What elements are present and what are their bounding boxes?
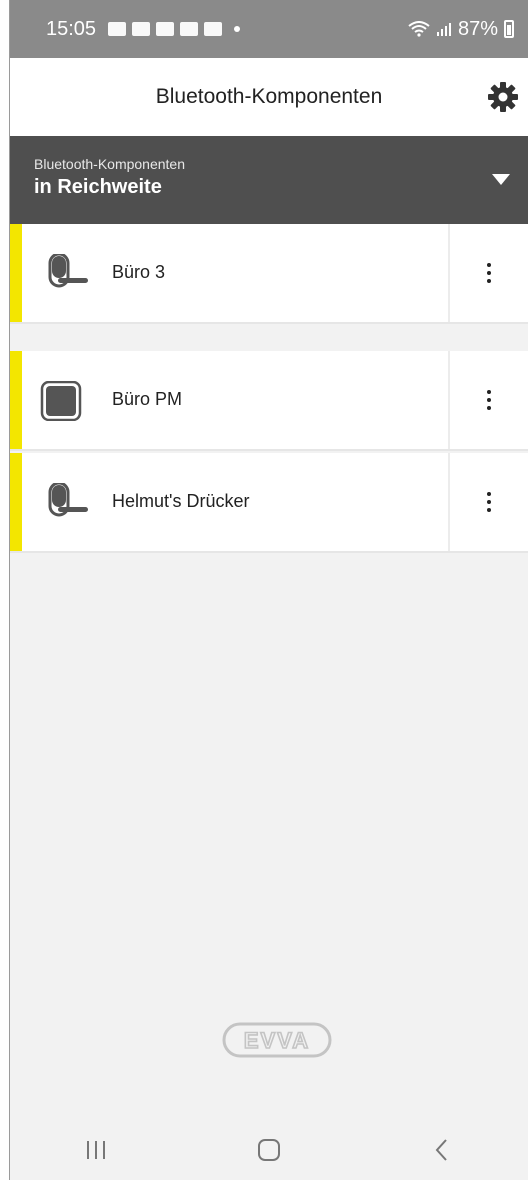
triangle-down-icon	[492, 174, 510, 185]
more-vertical-icon	[487, 263, 491, 283]
back-button[interactable]	[412, 1130, 472, 1170]
door-handle-icon	[48, 254, 88, 288]
device-menu-button[interactable]	[448, 453, 528, 551]
battery-percentage: 87%	[457, 17, 498, 40]
signal-icon	[436, 23, 451, 36]
svg-text:EVVA: EVVA	[244, 1028, 310, 1053]
evva-logo: EVVA	[222, 1022, 332, 1058]
settings-button[interactable]	[486, 80, 520, 114]
notification-icons	[108, 22, 241, 36]
device-row-buero-pm[interactable]: Büro PM	[10, 351, 528, 451]
page-title: Bluetooth-Komponenten	[155, 85, 383, 108]
system-navigation-bar	[10, 1120, 528, 1180]
filter-value: in Reichweite	[34, 176, 162, 198]
status-time: 15:05	[46, 17, 97, 40]
teams-notification-icon	[108, 22, 127, 36]
gear-icon	[488, 82, 518, 112]
device-row-helmuts-druecker[interactable]: Helmut's Drücker	[10, 453, 528, 553]
door-handle-icon	[48, 483, 88, 517]
screen-edge	[0, 0, 10, 1180]
filter-label: Bluetooth-Komponenten	[34, 156, 185, 172]
status-accent-bar	[10, 453, 22, 551]
app-bar: Bluetooth-Komponenten	[10, 58, 528, 136]
status-accent-bar	[10, 224, 22, 322]
battery-icon	[504, 20, 514, 38]
range-filter-dropdown[interactable]: Bluetooth-Komponenten in Reichweite	[10, 136, 528, 224]
home-button[interactable]	[239, 1130, 299, 1170]
device-name: Helmut's Drücker	[112, 491, 250, 511]
square-reader-icon	[40, 381, 82, 421]
outlook-notification-icon	[156, 22, 175, 36]
status-right: 87%	[408, 18, 514, 41]
outlook-notification-icon	[132, 22, 151, 36]
more-vertical-icon	[487, 390, 491, 410]
device-row-buero-3[interactable]: Büro 3	[10, 224, 528, 324]
more-vertical-icon	[487, 492, 491, 512]
device-name: Büro PM	[112, 389, 183, 409]
back-chevron-icon	[435, 1139, 447, 1161]
device-name: Büro 3	[112, 262, 166, 282]
status-accent-bar	[10, 351, 22, 449]
device-menu-button[interactable]	[448, 351, 528, 449]
gallery-notification-icon	[204, 22, 223, 36]
device-menu-button[interactable]	[448, 224, 528, 322]
recent-apps-button[interactable]	[66, 1130, 126, 1170]
recent-apps-icon	[87, 1141, 106, 1159]
wifi-icon	[408, 21, 430, 37]
status-bar: 15:05 87%	[10, 0, 528, 58]
more-notifications-dot	[234, 26, 241, 32]
outlook-notification-icon	[180, 22, 199, 36]
home-icon	[257, 1139, 280, 1161]
